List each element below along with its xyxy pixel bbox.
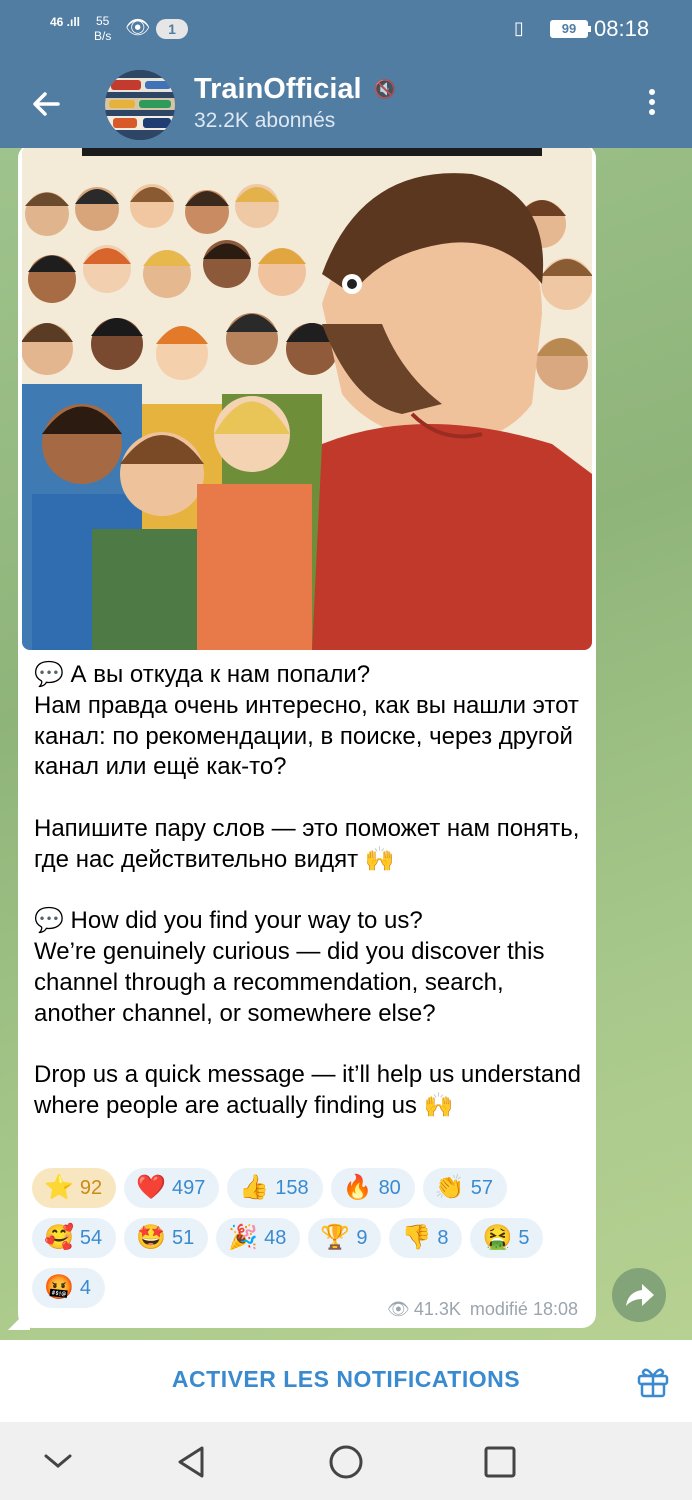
- reaction-thumbs-down[interactable]: 👎 8: [389, 1218, 463, 1258]
- smiling-hearts-emoji-icon: 🥰: [44, 1224, 74, 1251]
- eye-views-icon: 👁: [387, 1299, 410, 1319]
- swearing-emoji-icon: 🤬: [44, 1274, 74, 1301]
- speed-unit: B/s: [94, 29, 112, 43]
- reaction-count: 497: [172, 1176, 206, 1199]
- thumbs-up-emoji-icon: 👍: [239, 1174, 270, 1201]
- reaction-thumbs-up[interactable]: 👍 158: [227, 1168, 323, 1208]
- reaction-count: 9: [356, 1226, 368, 1249]
- star-struck-emoji-icon: 🤩: [136, 1224, 167, 1251]
- back-arrow-icon[interactable]: [28, 86, 64, 122]
- muted-speaker-icon: 🔇: [373, 79, 397, 99]
- system-navigation-bar: [0, 1422, 692, 1500]
- channel-avatar[interactable]: [105, 70, 175, 140]
- reaction-count: 51: [172, 1226, 195, 1249]
- speed-value: 55: [95, 14, 110, 28]
- reaction-count: 54: [79, 1226, 103, 1249]
- reaction-trophy[interactable]: 🏆 9: [308, 1218, 382, 1258]
- signal-icon: 46 .ıll: [50, 15, 81, 29]
- fire-emoji-icon: 🔥: [342, 1174, 373, 1201]
- home-circle-icon[interactable]: [326, 1442, 366, 1482]
- view-count: 41.3K: [413, 1299, 461, 1319]
- reaction-swearing[interactable]: 🤬 4: [32, 1268, 106, 1308]
- recents-square-icon[interactable]: [480, 1442, 520, 1482]
- notification-badge: 1: [156, 19, 188, 39]
- heart-emoji-icon: ❤️: [136, 1174, 167, 1201]
- reaction-row: 🥰 54 🤩 51 🎉 48 🏆 9 👎 8 🤮 5: [32, 1218, 592, 1258]
- reaction-smiling-hearts[interactable]: 🥰 54: [32, 1218, 117, 1258]
- edited-time: modifié 18:08: [469, 1299, 578, 1319]
- party-popper-emoji-icon: 🎉: [228, 1224, 259, 1251]
- post-image[interactable]: [22, 148, 592, 650]
- status-bar: 46 .ıll 55 B/s 👁 1 ▯ 99 08:18: [0, 0, 692, 56]
- trophy-emoji-icon: 🏆: [320, 1224, 351, 1251]
- message-meta: 👁 41.3K modifié 18:08: [368, 1298, 578, 1320]
- more-menu-icon[interactable]: [640, 86, 664, 122]
- vibrate-icon: ▯: [514, 18, 524, 38]
- vomit-emoji-icon: 🤮: [482, 1224, 513, 1251]
- channel-name: TrainOfficial: [194, 73, 362, 105]
- reaction-count: 4: [79, 1276, 92, 1299]
- back-triangle-icon[interactable]: [172, 1442, 212, 1482]
- reaction-clap[interactable]: 👏 57: [422, 1168, 507, 1208]
- reaction-count: 80: [378, 1176, 401, 1199]
- reaction-count: 5: [518, 1226, 530, 1249]
- thumbs-down-emoji-icon: 👎: [401, 1224, 432, 1251]
- reaction-fire[interactable]: 🔥 80: [330, 1168, 415, 1208]
- enable-notifications-button[interactable]: ACTIVER LES NOTIFICATIONS: [0, 1340, 692, 1422]
- star-emoji-icon: ⭐: [44, 1174, 74, 1201]
- reaction-count: 57: [470, 1176, 493, 1199]
- eye-icon: 👁: [125, 17, 151, 39]
- bottom-action-bar: ACTIVER LES NOTIFICATIONS: [0, 1340, 692, 1422]
- reaction-count: 48: [264, 1226, 287, 1249]
- reaction-heart[interactable]: ❤️ 497: [124, 1168, 220, 1208]
- reaction-party[interactable]: 🎉 48: [216, 1218, 301, 1258]
- app-header: 46 .ıll 55 B/s 👁 1 ▯ 99 08:18 TrainOffic…: [0, 0, 692, 148]
- battery-icon: 99: [550, 20, 591, 38]
- reaction-vomit[interactable]: 🤮 5: [470, 1218, 544, 1258]
- reaction-star[interactable]: ⭐ 92: [32, 1168, 117, 1208]
- reactions: ⭐ 92 ❤️ 497 👍 158 🔥 80 👏 57 🥰 54 🤩 51 🎉 48 🏆 9 👎 8…: [32, 1168, 592, 1318]
- channel-title[interactable]: TrainOfficial 🔇: [194, 72, 396, 106]
- message-bubble[interactable]: 💬 А вы откуда к нам попали? Нам правда о…: [18, 148, 596, 1328]
- message-text: 💬 А вы откуда к нам попали? Нам правда о…: [34, 661, 581, 1120]
- clap-emoji-icon: 👏: [434, 1174, 465, 1201]
- gift-icon[interactable]: [634, 1362, 672, 1400]
- subscriber-count: 32.2K abonnés: [194, 109, 336, 132]
- clock: 08:18: [594, 16, 650, 41]
- chevron-down-icon[interactable]: [38, 1442, 78, 1482]
- chat-area[interactable]: 💬 А вы откуда к нам попали? Нам правда о…: [0, 148, 692, 1340]
- reaction-count: 92: [79, 1176, 103, 1199]
- reaction-count: 8: [437, 1226, 449, 1249]
- reaction-star-struck[interactable]: 🤩 51: [124, 1218, 209, 1258]
- network-speed: 55 B/s: [94, 14, 111, 44]
- reaction-row: ⭐ 92 ❤️ 497 👍 158 🔥 80 👏 57: [32, 1168, 592, 1208]
- share-forward-icon[interactable]: [612, 1268, 666, 1322]
- reaction-count: 158: [275, 1176, 309, 1199]
